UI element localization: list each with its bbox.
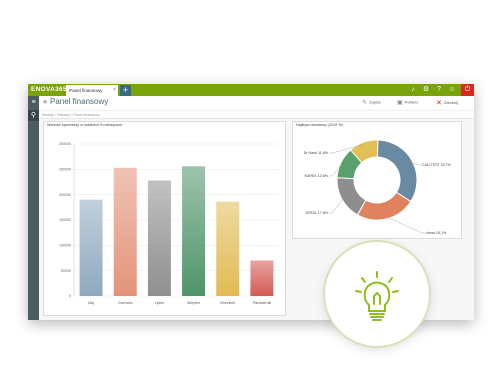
y-tick-label: 250000 xyxy=(59,168,71,172)
bar xyxy=(216,201,240,296)
y-tick-label: 150000 xyxy=(59,218,71,222)
pie-slice xyxy=(376,139,418,203)
save-button[interactable]: ✎ Zapisz xyxy=(362,99,381,106)
pie-label: ulmar 24,1% xyxy=(426,231,447,235)
menu-icon[interactable]: ≡ xyxy=(28,97,39,108)
x-tick-label: Maj xyxy=(88,301,94,305)
page-header: ★ Panel finansowy ✎ Zapisz ▣ Pobierz ✕ Zamk… xyxy=(39,96,474,110)
bar-chart-panel: Wartość sprzedaży w ostatnich 6 miesiąca… xyxy=(43,121,286,316)
pie-label: CAN TEST 33,7% xyxy=(422,163,452,167)
save-label: Zapisz xyxy=(369,99,381,105)
pie-panel-title: Najlepsi dostawcy (2019 %) xyxy=(296,123,343,127)
app-logo: ENOVA365 xyxy=(31,86,67,93)
pie-leader-line xyxy=(329,198,344,214)
tab-label: Panel finansowy xyxy=(69,88,103,93)
bar xyxy=(182,166,206,296)
pie-slice xyxy=(356,191,412,221)
x-tick-label: Lipiec xyxy=(155,301,165,305)
x-tick-label: Październik xyxy=(253,301,272,305)
pie-chart: CAN TEST 33,7% ulmar 24,1% DRTAL 17,8% KARE… xyxy=(304,139,452,235)
bell-icon[interactable]: ♪ xyxy=(407,84,419,96)
bar xyxy=(147,180,171,296)
page-title: Panel finansowy xyxy=(50,97,109,106)
x-tick-label: Wrzesień xyxy=(220,301,235,305)
y-tick-label: 300000 xyxy=(59,142,71,146)
sidebar: ≡ ⚲ xyxy=(28,96,39,320)
x-tick-label: Sierpień xyxy=(187,301,200,305)
x-tick-label: Czerwiec xyxy=(118,301,133,305)
add-tab-button[interactable]: + xyxy=(120,85,131,96)
tree-icon[interactable]: ⚲ xyxy=(28,110,39,121)
lightbulb-icon xyxy=(355,271,399,321)
breadcrumb: Moduły › Obszary › Panel finansowy xyxy=(39,110,474,119)
y-tick-label: 100000 xyxy=(59,244,71,248)
pie-label: DRTAL 17,8% xyxy=(305,211,328,215)
pencil-icon: ✎ xyxy=(362,100,368,106)
y-tick-label: 200000 xyxy=(59,193,71,197)
pie-label: Dr Hand 11,8% xyxy=(304,151,329,155)
bar xyxy=(113,167,137,296)
pie-leader-line xyxy=(386,216,425,234)
close-icon: ✕ xyxy=(436,100,442,107)
user-icon[interactable]: ☺ xyxy=(446,84,458,96)
bar-chart: 0 50000 100000 150000 200000 250000 300000 Maj C… xyxy=(59,142,279,305)
bar xyxy=(79,199,103,296)
export-button[interactable]: ▣ Pobierz xyxy=(397,99,418,106)
close-button[interactable]: ✕ Zamknij xyxy=(436,99,458,107)
lightbulb-badge xyxy=(325,242,429,346)
help-icon[interactable]: ? xyxy=(433,84,445,96)
bar-panel-title: Wartość sprzedaży w ostatnich 6 miesiąca… xyxy=(47,123,123,127)
pie-label: KAREX 12,6% xyxy=(305,174,329,178)
export-label: Pobierz xyxy=(404,99,419,105)
y-tick-label: 50000 xyxy=(61,269,71,273)
export-icon: ▣ xyxy=(397,100,403,106)
favorite-star-icon[interactable]: ★ xyxy=(42,98,48,106)
y-tick-label: 0 xyxy=(69,294,71,298)
close-label: Zamknij xyxy=(443,100,458,106)
tab-close-icon[interactable]: × xyxy=(113,85,116,96)
pie-chart-panel: Najlepsi dostawcy (2019 %) CAN TEST 33,7… xyxy=(292,121,462,239)
bar xyxy=(250,260,274,296)
top-bar: ENOVA365 Panel finansowy × + ♪ ⚙ ? ☺ ⏻ xyxy=(28,84,474,96)
tab-panel-finansowy[interactable]: Panel finansowy × xyxy=(66,85,118,96)
gear-icon[interactable]: ⚙ xyxy=(420,84,432,96)
power-button[interactable]: ⏻ xyxy=(461,84,474,96)
